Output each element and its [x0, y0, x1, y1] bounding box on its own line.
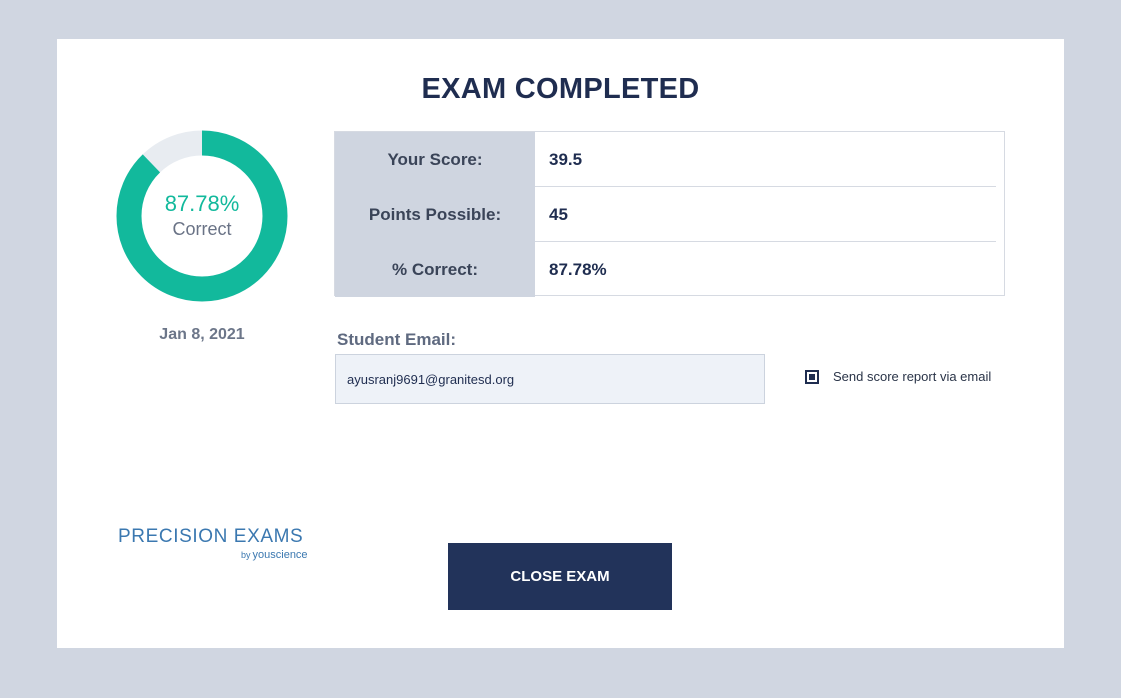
student-email-input[interactable] [335, 354, 765, 404]
score-value: 39.5 [549, 149, 583, 169]
close-exam-button[interactable]: CLOSE EXAM [448, 543, 672, 610]
score-ring: 87.78% Correct [116, 130, 288, 302]
score-label: Your Score: [335, 132, 535, 187]
points-possible-value: 45 [549, 204, 568, 224]
score-table: Your Score: 39.5 Points Possible: 45 % C… [334, 131, 1005, 297]
student-email-label: Student Email: [337, 330, 457, 349]
percent-correct-label: % Correct: [335, 242, 535, 297]
page-title: EXAM COMPLETED [421, 73, 700, 105]
logo-wordmark: PRECISION EXAMS [118, 526, 304, 547]
table-row: Points Possible: 45 [335, 187, 1004, 242]
send-report-checkbox[interactable] [805, 370, 819, 384]
precision-exams-logo: PRECISION EXAMS by youscience [118, 526, 308, 561]
percent-correct-text: 87.78% [164, 191, 240, 216]
logo-by-text: by [241, 550, 251, 560]
exam-date: Jan 8, 2021 [159, 326, 245, 343]
table-row: % Correct: 87.78% [335, 242, 1004, 297]
exam-result-card: EXAM COMPLETED 87.78% Correct Jan 8, 202… [57, 39, 1064, 648]
percent-correct-value: 87.78% [549, 259, 607, 279]
points-possible-label: Points Possible: [335, 187, 535, 242]
logo-brand-text: youscience [252, 549, 308, 561]
table-row: Your Score: 39.5 [335, 132, 1004, 187]
percent-correct-caption: Correct [172, 219, 232, 239]
send-report-label[interactable]: Send score report via email [833, 369, 991, 384]
checkbox-checked-mark [809, 374, 815, 380]
